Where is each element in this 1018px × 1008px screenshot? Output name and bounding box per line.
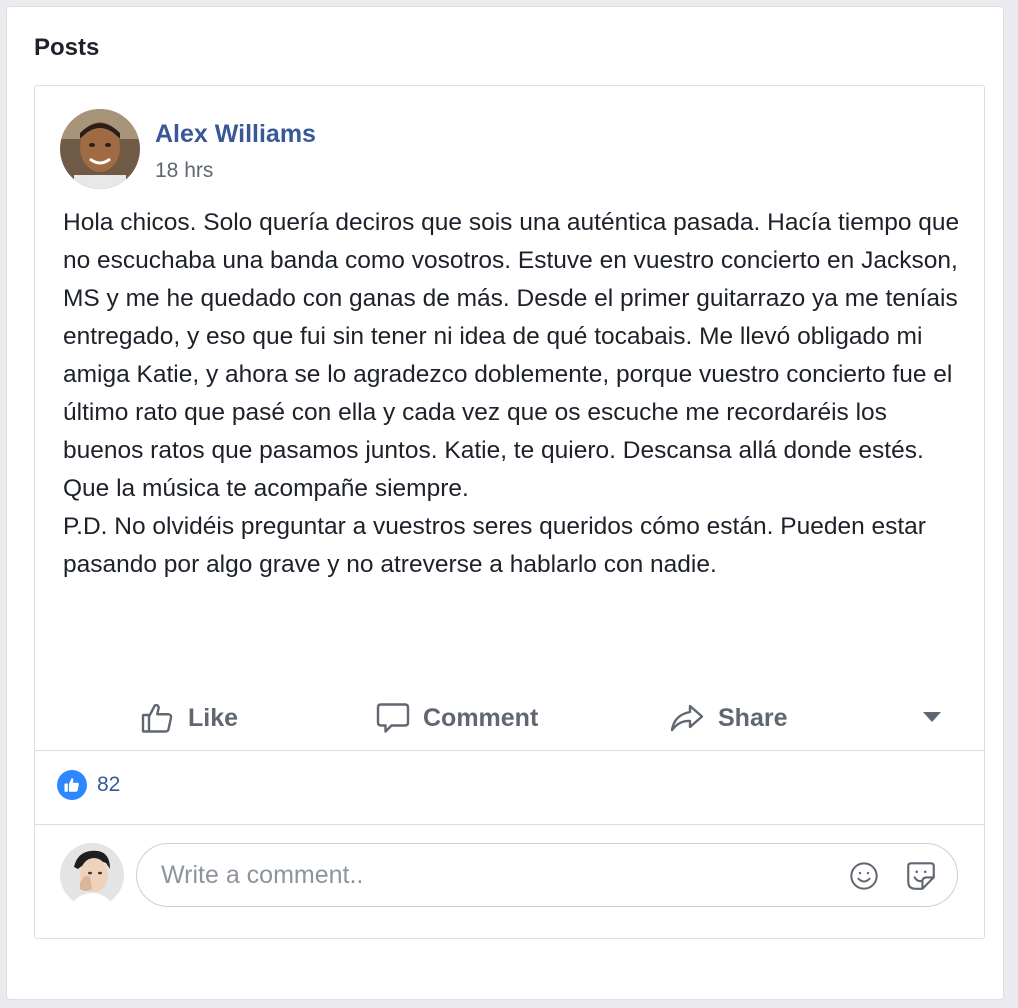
comment-input[interactable] [161, 844, 811, 906]
post-timestamp[interactable]: 18 hrs [155, 159, 213, 183]
actions-divider [35, 750, 984, 751]
caret-down-icon[interactable] [923, 712, 941, 722]
sticker-icon[interactable] [904, 859, 938, 898]
like-label: Like [188, 703, 239, 732]
emoji-icon[interactable] [848, 860, 880, 897]
like-button[interactable]: Like [140, 686, 238, 750]
post-card: Alex Williams 18 hrs Hola chicos. Solo q… [34, 85, 985, 939]
comment-label: Comment [423, 703, 539, 732]
post-body: Hola chicos. Solo quería deciros que soi… [63, 204, 963, 584]
posts-panel: Posts Alex Williams 18 hrs Hola chicos. … [6, 6, 1004, 1000]
current-user-avatar[interactable] [60, 843, 124, 907]
post-postscript: P.D. No olvidéis preguntar a vuestros se… [63, 513, 926, 578]
like-count[interactable]: 82 [97, 773, 120, 797]
like-reaction-icon [57, 770, 87, 800]
comment-button[interactable]: Comment [375, 686, 538, 750]
reactions-divider [35, 824, 984, 825]
section-title: Posts [34, 34, 100, 61]
share-button[interactable]: Share [668, 686, 787, 750]
author-avatar[interactable] [60, 109, 140, 189]
share-arrow-icon [668, 700, 706, 736]
share-label: Share [718, 703, 788, 732]
post-text: Hola chicos. Solo quería deciros que soi… [63, 209, 960, 502]
comment-field[interactable] [136, 843, 958, 907]
comment-bubble-icon [375, 700, 411, 736]
post-actions: Like Comment Share [35, 686, 984, 750]
reactions-summary[interactable]: 82 [57, 770, 120, 800]
thumbs-up-icon [140, 700, 176, 736]
author-name[interactable]: Alex Williams [155, 120, 316, 149]
